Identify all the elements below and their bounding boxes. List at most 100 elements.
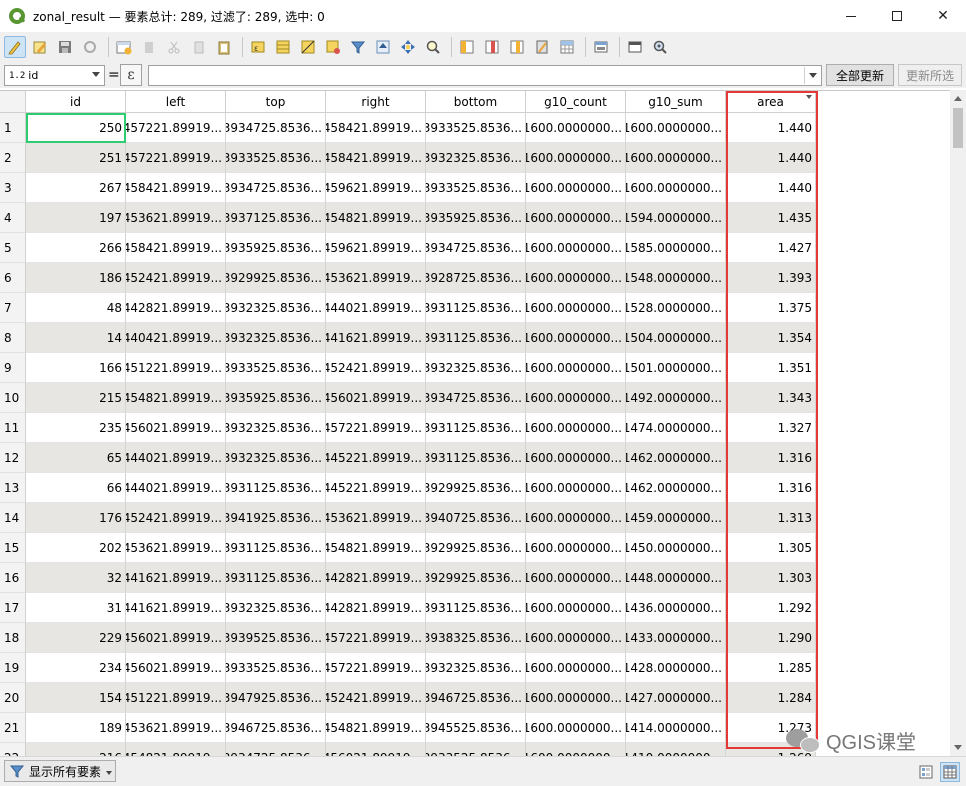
table-cell-id[interactable]: 186: [26, 263, 126, 293]
vertical-scrollbar[interactable]: [950, 90, 966, 756]
table-cell-top[interactable]: 3931125.8536...: [226, 563, 326, 593]
table-cell-g10-sum[interactable]: 1594.0000000...: [626, 203, 726, 233]
table-cell-right[interactable]: 452421.89919...: [326, 683, 426, 713]
table-cell-right[interactable]: 458421.89919...: [326, 113, 426, 143]
cut-button[interactable]: [163, 36, 185, 58]
copy-rows-button[interactable]: [456, 36, 478, 58]
table-cell-left[interactable]: 451221.89919...: [126, 683, 226, 713]
paste-button[interactable]: [213, 36, 235, 58]
table-cell-right[interactable]: 459621.89919...: [326, 173, 426, 203]
maximize-button[interactable]: [874, 0, 920, 32]
table-cell-g10-sum[interactable]: 1410.0000000...: [626, 743, 726, 756]
table-cell-left[interactable]: 453621.89919...: [126, 203, 226, 233]
table-cell-id[interactable]: 31: [26, 593, 126, 623]
table-cell-right[interactable]: 457221.89919...: [326, 653, 426, 683]
column-header-g10-sum[interactable]: g10_sum: [626, 91, 726, 113]
table-cell-area[interactable]: 1.375: [726, 293, 816, 323]
scrollbar-thumb[interactable]: [953, 108, 963, 148]
table-cell-left[interactable]: 444021.89919...: [126, 473, 226, 503]
show-all-features-button[interactable]: 显示所有要素: [4, 760, 116, 782]
table-cell-area[interactable]: 1.393: [726, 263, 816, 293]
table-cell-area[interactable]: 1.440: [726, 143, 816, 173]
table-cell-id[interactable]: 234: [26, 653, 126, 683]
table-cell-id[interactable]: 250: [26, 113, 126, 143]
table-cell-right[interactable]: 442821.89919...: [326, 593, 426, 623]
table-cell-bottom[interactable]: 3931125.8536...: [426, 293, 526, 323]
table-cell-g10-sum[interactable]: 1492.0000000...: [626, 383, 726, 413]
table-cell-area[interactable]: 1.440: [726, 113, 816, 143]
table-cell-area[interactable]: 1.316: [726, 443, 816, 473]
table-cell-id[interactable]: 216: [26, 743, 126, 756]
table-cell-right[interactable]: 444021.89919...: [326, 293, 426, 323]
row-header[interactable]: 14: [0, 503, 26, 533]
table-cell-area[interactable]: 1.327: [726, 413, 816, 443]
new-field-button[interactable]: [506, 36, 528, 58]
select-all-button[interactable]: [272, 36, 294, 58]
zoom-to-selected-button[interactable]: [422, 36, 444, 58]
table-cell-right[interactable]: 456021.89919...: [326, 383, 426, 413]
column-header-g10-count[interactable]: g10_count: [526, 91, 626, 113]
toggle-editing-button[interactable]: [4, 36, 26, 58]
table-cell-area[interactable]: 1.427: [726, 233, 816, 263]
table-cell-g10-sum[interactable]: 1585.0000000...: [626, 233, 726, 263]
table-cell-g10-sum[interactable]: 1459.0000000...: [626, 503, 726, 533]
column-header-bottom[interactable]: bottom: [426, 91, 526, 113]
row-header[interactable]: 16: [0, 563, 26, 593]
delete-feature-button[interactable]: [138, 36, 160, 58]
table-cell-top[interactable]: 3937125.8536...: [226, 203, 326, 233]
table-cell-g10-count[interactable]: 1600.0000000...: [526, 653, 626, 683]
table-cell-right[interactable]: 441621.89919...: [326, 323, 426, 353]
add-feature-button[interactable]: [113, 36, 135, 58]
table-cell-g10-sum[interactable]: 1462.0000000...: [626, 473, 726, 503]
table-cell-top[interactable]: 3932325.8536...: [226, 293, 326, 323]
table-cell-id[interactable]: 202: [26, 533, 126, 563]
row-header[interactable]: 11: [0, 413, 26, 443]
row-header[interactable]: 10: [0, 383, 26, 413]
scroll-down-icon[interactable]: [954, 745, 962, 750]
table-cell-g10-sum[interactable]: 1433.0000000...: [626, 623, 726, 653]
table-cell-top[interactable]: 3931125.8536...: [226, 473, 326, 503]
table-cell-bottom[interactable]: 3931125.8536...: [426, 593, 526, 623]
table-cell-id[interactable]: 154: [26, 683, 126, 713]
table-cell-left[interactable]: 456021.89919...: [126, 413, 226, 443]
table-cell-area[interactable]: 1.290: [726, 623, 816, 653]
table-cell-g10-count[interactable]: 1600.0000000...: [526, 263, 626, 293]
table-cell-right[interactable]: 457221.89919...: [326, 413, 426, 443]
table-cell-id[interactable]: 215: [26, 383, 126, 413]
table-cell-bottom[interactable]: 3932325.8536...: [426, 653, 526, 683]
table-cell-area[interactable]: 1.440: [726, 173, 816, 203]
column-header-left[interactable]: left: [126, 91, 226, 113]
table-cell-g10-count[interactable]: 1600.0000000...: [526, 713, 626, 743]
row-header[interactable]: 4: [0, 203, 26, 233]
table-cell-id[interactable]: 176: [26, 503, 126, 533]
table-cell-g10-count[interactable]: 1600.0000000...: [526, 443, 626, 473]
pan-to-selected-button[interactable]: [397, 36, 419, 58]
table-cell-bottom[interactable]: 3929925.8536...: [426, 473, 526, 503]
table-cell-right[interactable]: 453621.89919...: [326, 503, 426, 533]
table-cell-bottom[interactable]: 3935925.8536...: [426, 203, 526, 233]
deselect-all-button[interactable]: [322, 36, 344, 58]
table-cell-id[interactable]: 166: [26, 353, 126, 383]
row-header[interactable]: 22: [0, 743, 26, 756]
table-cell-right[interactable]: 442821.89919...: [326, 563, 426, 593]
expression-dropdown-button[interactable]: [804, 67, 820, 84]
table-cell-g10-sum[interactable]: 1600.0000000...: [626, 113, 726, 143]
table-cell-right[interactable]: 456021.89919...: [326, 743, 426, 756]
table-cell-id[interactable]: 267: [26, 173, 126, 203]
table-cell-top[interactable]: 3933525.8536...: [226, 143, 326, 173]
table-cell-id[interactable]: 48: [26, 293, 126, 323]
table-cell-area[interactable]: 1.351: [726, 353, 816, 383]
table-cell-left[interactable]: 454821.89919...: [126, 383, 226, 413]
row-header[interactable]: 20: [0, 683, 26, 713]
table-cell-top[interactable]: 3929925.8536...: [226, 263, 326, 293]
table-cell-id[interactable]: 266: [26, 233, 126, 263]
table-cell-bottom[interactable]: 3931125.8536...: [426, 443, 526, 473]
table-cell-left[interactable]: 453621.89919...: [126, 533, 226, 563]
delete-field-button[interactable]: [481, 36, 503, 58]
form-view-button[interactable]: [916, 762, 936, 782]
table-cell-g10-count[interactable]: 1600.0000000...: [526, 683, 626, 713]
table-cell-g10-sum[interactable]: 1450.0000000...: [626, 533, 726, 563]
table-cell-right[interactable]: 454821.89919...: [326, 713, 426, 743]
table-cell-bottom[interactable]: 3929925.8536...: [426, 563, 526, 593]
table-cell-top[interactable]: 3934725.8536...: [226, 173, 326, 203]
